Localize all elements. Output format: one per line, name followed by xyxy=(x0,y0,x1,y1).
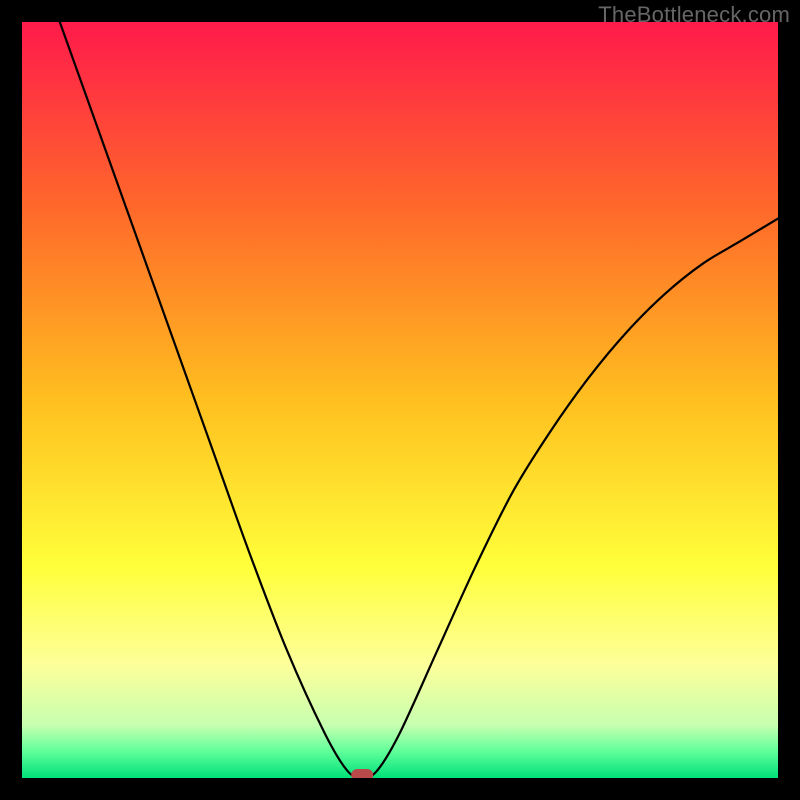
chart-frame: TheBottleneck.com xyxy=(0,0,800,800)
plot-area xyxy=(22,22,778,778)
gradient-background xyxy=(22,22,778,778)
optimum-marker xyxy=(351,769,373,778)
chart-svg xyxy=(22,22,778,778)
